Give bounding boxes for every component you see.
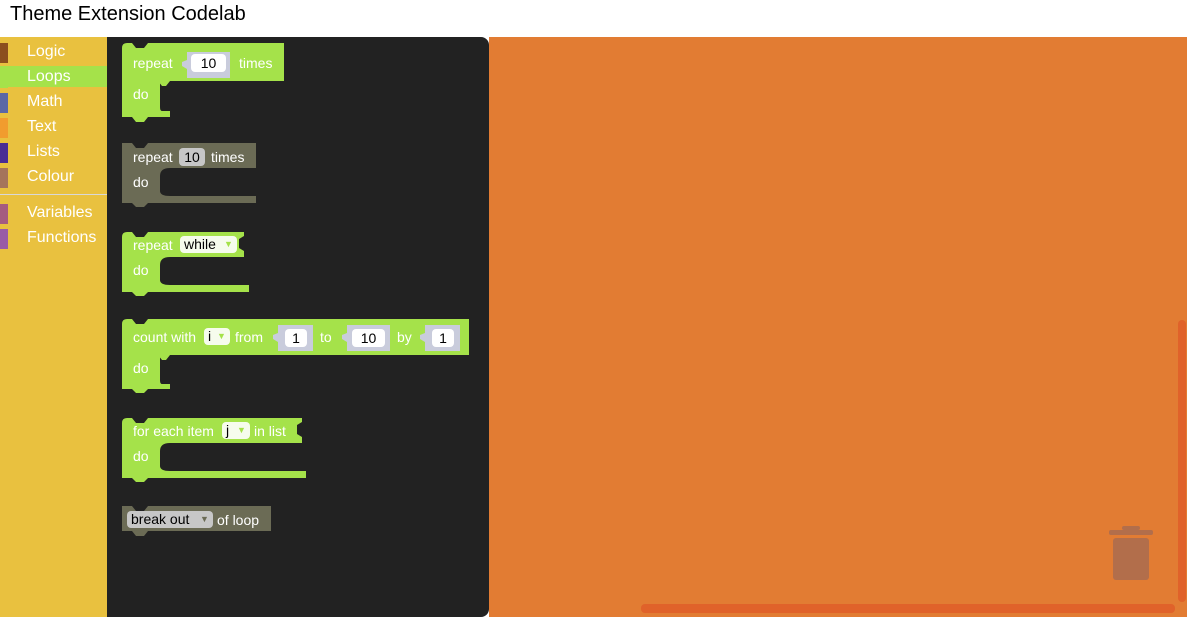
toolbox-category-variables[interactable]: Variables <box>0 202 107 224</box>
chevron-down-icon: ▼ <box>237 425 246 435</box>
dropdown-value: i <box>208 328 212 344</box>
category-label: Lists <box>27 143 60 160</box>
for-each-label: for each item <box>133 423 214 439</box>
category-color-swatch <box>0 43 8 63</box>
repeat-label: repeat <box>133 237 173 253</box>
toolbox-category-lists[interactable]: Lists <box>0 141 107 163</box>
workspace-border <box>1187 37 1191 617</box>
category-color-swatch <box>0 168 8 188</box>
toolbox-separator <box>0 194 107 195</box>
do-label: do <box>133 174 149 190</box>
count-with-label: count with <box>133 329 197 345</box>
break-continue-dropdown[interactable]: break out ▼ <box>127 511 213 528</box>
in-list-label: in list <box>254 423 286 439</box>
toolbox-category-math[interactable]: Math <box>0 91 107 113</box>
toolbox-category-colour[interactable]: Colour <box>0 166 107 188</box>
chevron-down-icon: ▼ <box>200 514 209 524</box>
repeat-label: repeat <box>133 149 173 165</box>
from-label: from <box>235 329 263 345</box>
category-label: Functions <box>27 229 97 246</box>
toolbox-category-functions[interactable]: Functions <box>0 227 107 249</box>
loop-variable-dropdown[interactable]: i ▼ <box>204 328 230 345</box>
by-label: by <box>397 329 412 345</box>
toolbox-category-logic[interactable]: Logic <box>0 41 107 63</box>
page-title: Theme Extension Codelab <box>10 3 246 25</box>
dropdown-value: while <box>184 236 216 252</box>
to-label: to <box>320 329 332 345</box>
workspace-canvas[interactable] <box>489 37 1191 617</box>
chevron-down-icon: ▼ <box>217 331 226 341</box>
category-label: Colour <box>27 168 75 185</box>
category-color-swatch <box>0 229 8 249</box>
times-label: times <box>239 55 273 71</box>
category-label: Math <box>27 93 63 110</box>
dropdown-value: break out <box>131 511 190 527</box>
repeat-label: repeat <box>133 55 173 71</box>
toolbox-flyout: repeat 10 times do repeat 10 times do re… <box>107 37 489 617</box>
do-label: do <box>133 360 149 376</box>
to-value-field[interactable]: 10 <box>352 329 385 347</box>
from-value-field[interactable]: 1 <box>285 329 307 347</box>
category-color-swatch <box>0 204 8 224</box>
do-label: do <box>133 86 149 102</box>
category-label: Logic <box>27 43 66 60</box>
toolbox: Logic Loops Math Text Lists Colour Varia… <box>0 37 107 617</box>
vertical-scrollbar[interactable] <box>1178 320 1186 602</box>
while-until-dropdown[interactable]: while ▼ <box>180 236 237 253</box>
chevron-down-icon: ▼ <box>224 239 233 249</box>
do-label: do <box>133 262 149 278</box>
category-color-swatch <box>0 93 8 113</box>
category-label: Variables <box>27 204 93 221</box>
trash-icon[interactable] <box>1108 526 1154 582</box>
category-color-swatch <box>0 118 8 138</box>
horizontal-scrollbar[interactable] <box>641 604 1175 613</box>
dropdown-value: j <box>226 422 230 438</box>
category-label: Text <box>27 118 57 135</box>
by-value-field[interactable]: 1 <box>432 329 454 347</box>
of-loop-label: of loop <box>217 512 260 528</box>
category-color-swatch <box>0 143 8 163</box>
toolbox-category-loops[interactable]: Loops <box>0 66 107 88</box>
repeat-count-field[interactable]: 10 <box>179 148 205 166</box>
loop-variable-dropdown[interactable]: j ▼ <box>222 422 250 439</box>
category-color-swatch <box>0 68 8 88</box>
times-label: times <box>211 149 245 165</box>
repeat-count-field[interactable]: 10 <box>191 54 226 72</box>
do-label: do <box>133 448 149 464</box>
category-label: Loops <box>27 68 71 85</box>
toolbox-category-text[interactable]: Text <box>0 116 107 138</box>
